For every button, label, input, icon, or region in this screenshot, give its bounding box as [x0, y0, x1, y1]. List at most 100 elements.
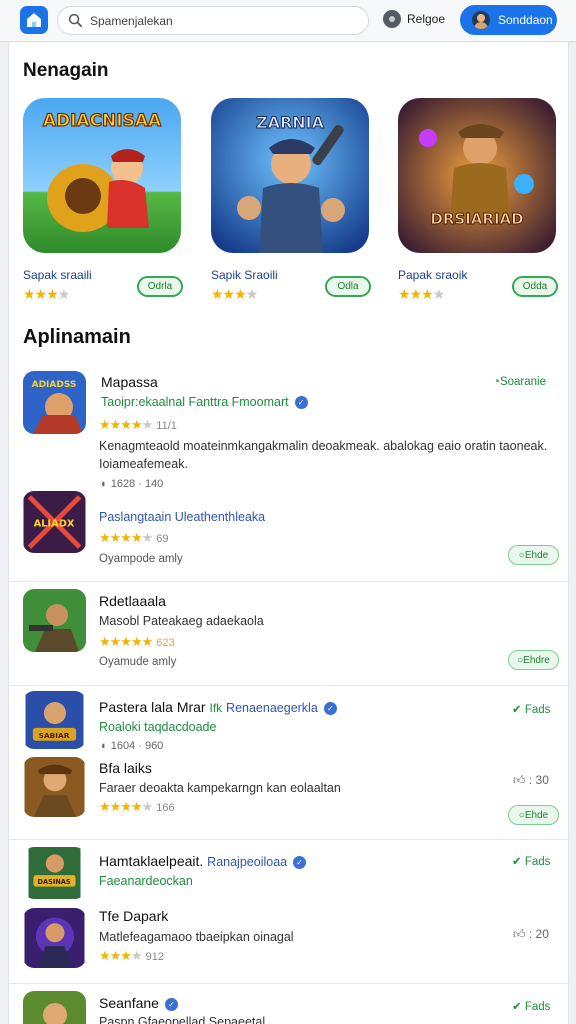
svg-text:ZARNIA: ZARNIA — [256, 113, 325, 132]
app-title[interactable]: Rdetlaaala — [99, 593, 166, 609]
store-logo-icon[interactable] — [20, 6, 48, 34]
download-meta-text: 1604 · 960 — [110, 740, 164, 752]
app-title[interactable]: Seanfane ✓ — [99, 995, 178, 1011]
search-input[interactable] — [90, 13, 350, 28]
app-subtitle: Taoipr:ekaalnal Fanttra Fmoomart ✓ — [101, 395, 308, 410]
install-button[interactable]: ○ Ehde — [508, 545, 559, 565]
featured-app-card[interactable]: ADIACNISAA Sapak sraaili ★★★★ Odrla — [23, 98, 183, 302]
row-divider — [9, 685, 570, 686]
category-tag[interactable]: ✔ Fads — [512, 999, 550, 1013]
app-thumbnail[interactable] — [23, 908, 86, 968]
app-rating: ★★★★★ 11/1 — [99, 417, 177, 432]
app-title[interactable]: Hamtaklaelpeait. Ranajpeoiloaa ✓ — [99, 853, 307, 869]
featured-app-name[interactable]: Sapik Sraoili — [211, 268, 278, 282]
featured-app-art[interactable]: ZARNIA — [211, 98, 369, 253]
verified-icon: ✓ — [164, 997, 178, 1011]
help-button[interactable]: Relgoe — [383, 10, 445, 28]
app-description: Faraer deoakta kampekarngn kan eolaaltan — [99, 781, 341, 795]
app-thumbnail[interactable]: ALIADX — [23, 491, 86, 553]
app-title-text: Hamtaklaelpeait. — [99, 853, 204, 869]
row-divider — [9, 581, 570, 582]
app-title[interactable]: Bfa laiks — [99, 760, 152, 776]
app-description: Masobl Pateakaeg adaekaola — [99, 614, 264, 628]
featured-app-card[interactable]: DRSIARIAD Papak sraoik ★★★★ Odda — [398, 98, 558, 302]
install-badge[interactable]: Odla — [325, 276, 371, 297]
app-description: Kenagmteaold moateinmkangakmalin deoakme… — [99, 439, 548, 471]
app-title[interactable]: Pastera lala Mrar Ifk Renaenaegerkla ✓ — [99, 699, 337, 715]
sign-in-button[interactable]: Sonddaon — [460, 5, 557, 35]
app-subtitle: Faeanardeockan — [99, 874, 193, 888]
app-title-extra: Ifk — [209, 701, 223, 715]
rating-count: 166 — [156, 802, 175, 814]
search-box[interactable] — [57, 6, 369, 35]
main-content: Nenagain ADIACNISAA Sapak sraaili ★★★★ O… — [8, 42, 570, 1024]
search-icon — [68, 13, 83, 28]
featured-app-rating: ★★★★ — [398, 286, 445, 302]
app-subtitle-text: Taoipr:ekaalnal Fanttra Fmoomart — [101, 395, 289, 409]
likes-count[interactable]: 👍︎ : 30 — [513, 773, 549, 788]
install-button-label: Ehde — [524, 809, 549, 821]
likes-count[interactable]: 👍︎ : 20 — [513, 927, 549, 942]
rating-count: 11/1 — [156, 420, 177, 432]
app-store-page: Relgoe Sonddaon Nenagain ADIACNISAA — [0, 0, 576, 1024]
help-label: Relgoe — [407, 12, 446, 26]
install-button-label: Ehde — [524, 549, 549, 561]
verified-icon: ✓ — [293, 855, 307, 869]
developer-name[interactable]: Paslangtaain Uleathenthleaka — [99, 510, 265, 524]
help-icon — [383, 10, 401, 28]
featured-app-rating: ★★★★ — [23, 286, 70, 302]
app-thumbnail[interactable] — [23, 589, 86, 652]
app-title-text: Pastera lala Mrar — [99, 699, 206, 715]
install-button-label: Ehdre — [523, 654, 550, 666]
app-title[interactable]: Tfe Dapark — [99, 908, 168, 924]
app-thumbnail[interactable]: SABIAR — [23, 691, 86, 749]
install-badge[interactable]: Odda — [512, 276, 558, 297]
featured-app-name[interactable]: Sapak sraaili — [23, 268, 92, 282]
featured-section-title: Nenagain — [23, 60, 109, 81]
app-thumbnail[interactable]: DASINAS — [23, 847, 86, 899]
rating-count: 69 — [156, 533, 169, 545]
app-title[interactable]: Mapassa — [101, 374, 158, 390]
download-meta: ◐ 1628 · 140 — [101, 478, 164, 490]
svg-text:ADIACNISAA: ADIACNISAA — [43, 111, 162, 131]
install-badge[interactable]: Odrla — [137, 276, 183, 297]
app-title-text: Seanfane — [99, 995, 159, 1011]
app-category: Oyamude amly — [99, 656, 177, 668]
avatar — [472, 11, 490, 29]
list-section-title: Aplinamain — [23, 326, 131, 348]
svg-text:DASINAS: DASINAS — [38, 878, 71, 886]
install-button[interactable]: ○ Ehdre — [508, 650, 559, 670]
featured-app-art[interactable]: DRSIARIAD — [398, 98, 556, 253]
developer-name[interactable]: Ranajpeoiloaa — [207, 855, 287, 869]
likes-count-value: 30 — [535, 773, 549, 787]
row-divider — [9, 983, 570, 984]
rating-count: 623 — [156, 637, 175, 649]
app-thumbnail[interactable]: ADIADSS — [23, 371, 86, 434]
download-meta-text: 1628 · 140 — [110, 478, 164, 490]
row-divider — [9, 839, 570, 840]
featured-app-rating: ★★★★ — [211, 286, 258, 302]
app-rating: ★★★★★ 623 — [99, 634, 175, 649]
app-thumbnail[interactable] — [23, 991, 86, 1024]
app-subtitle: Roaloki taqdacdoade — [99, 720, 217, 734]
verified-icon: ✓ — [323, 701, 337, 715]
app-rating: ★★★★ 912 — [99, 948, 164, 963]
app-description: Matlefeagamaoo tbaeipkan oinagal — [99, 930, 294, 944]
category-tag[interactable]: ✔ Fads — [512, 854, 550, 868]
install-button[interactable]: ○ Ehde — [508, 805, 559, 825]
svg-text:SABIAR: SABIAR — [39, 731, 70, 740]
category-tag[interactable]: ◔Soaranie — [493, 376, 546, 388]
app-thumbnail[interactable] — [23, 757, 86, 817]
category-tag-label: Soaranie — [499, 376, 546, 388]
top-bar: Relgoe Sonddaon — [0, 0, 576, 42]
category-tag[interactable]: ✔ Fads — [512, 702, 550, 716]
developer-name[interactable]: Renaenaegerkla — [226, 701, 318, 715]
download-meta: ◐ 1604 · 960 — [101, 740, 164, 752]
featured-app-card[interactable]: ZARNIA Sapik Sraoili ★★★★ Odla — [211, 98, 371, 302]
featured-app-art[interactable]: ADIACNISAA — [23, 98, 181, 253]
app-rating: ★★★★★ 69 — [99, 530, 169, 545]
rating-count: 912 — [145, 951, 164, 963]
svg-text:ADIADSS: ADIADSS — [32, 380, 77, 390]
app-description: Paspn Gfaeopellad Sepaeetal — [99, 1015, 266, 1024]
featured-app-name[interactable]: Papak sraoik — [398, 268, 467, 282]
